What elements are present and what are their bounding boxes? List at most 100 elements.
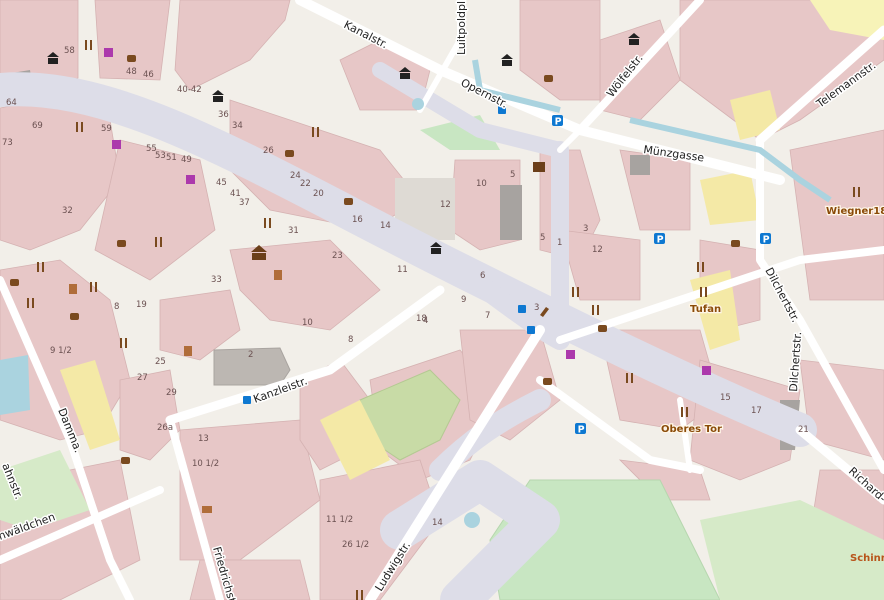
house-number: 45 bbox=[216, 178, 227, 188]
parking-icon: P bbox=[760, 233, 771, 246]
house-number: 5 bbox=[510, 170, 515, 180]
house-number: 53 bbox=[155, 151, 166, 161]
place-label-schinn: Schinn bbox=[850, 553, 884, 564]
waste-icon[interactable] bbox=[184, 346, 192, 356]
house-number: 10 bbox=[302, 318, 313, 328]
shop-icon bbox=[702, 366, 711, 375]
cafe-icon bbox=[543, 378, 552, 385]
house-number: 3 bbox=[583, 224, 588, 234]
parking-icon: P bbox=[575, 423, 586, 436]
svg-text:P: P bbox=[763, 235, 770, 246]
house-number: 6 bbox=[480, 271, 485, 281]
house-number: 26a bbox=[157, 423, 173, 433]
place-label-oberes-tor: Oberes Tor bbox=[661, 424, 722, 435]
house-number: 14 bbox=[432, 518, 443, 528]
house-number: 18 bbox=[416, 314, 427, 324]
pond bbox=[0, 355, 30, 415]
bus-stop-icon bbox=[527, 326, 535, 334]
house-number: 29 bbox=[166, 388, 177, 398]
house-number: 12 bbox=[592, 245, 603, 255]
svg-text:P: P bbox=[555, 117, 562, 128]
gray-building-ne bbox=[630, 155, 650, 175]
cafe-icon bbox=[121, 457, 130, 464]
house-number: 73 bbox=[2, 138, 13, 148]
house-number: 10 bbox=[476, 179, 487, 189]
svg-text:P: P bbox=[578, 425, 585, 436]
shop-icon bbox=[186, 175, 195, 184]
cafe-icon bbox=[127, 55, 136, 62]
house-number: 11 bbox=[397, 265, 408, 275]
house-number: 40-42 bbox=[177, 85, 202, 95]
house-number: 58 bbox=[64, 46, 75, 56]
toilets-icon[interactable] bbox=[533, 162, 545, 172]
house-number: 5 bbox=[540, 233, 545, 243]
bus-stop-icon bbox=[518, 305, 526, 313]
house-number: 34 bbox=[232, 121, 243, 131]
house-number: 31 bbox=[288, 226, 299, 236]
cafe-icon bbox=[70, 313, 79, 320]
house-number: 13 bbox=[198, 434, 209, 444]
map-viewport[interactable]: P P P P Kanalstr. Luitpoldpl. Opernstr. … bbox=[0, 0, 884, 600]
cafe-icon bbox=[731, 240, 740, 247]
house-number: 51 bbox=[166, 153, 177, 163]
house-number: 8 bbox=[348, 335, 353, 345]
cafe-icon bbox=[117, 240, 126, 247]
parking-icon: P bbox=[654, 233, 665, 246]
house-number: 14 bbox=[380, 221, 391, 231]
cafe-icon bbox=[344, 198, 353, 205]
house-number: 69 bbox=[32, 121, 43, 131]
fountain-2 bbox=[464, 512, 480, 528]
bus-stop-icon bbox=[243, 396, 251, 404]
house-number: 36 bbox=[218, 110, 229, 120]
yellow-area-3 bbox=[700, 170, 760, 225]
shop-icon bbox=[112, 140, 121, 149]
tower-building bbox=[500, 185, 522, 240]
house-number: 16 bbox=[352, 215, 363, 225]
place-label-tufan: Tufan bbox=[690, 304, 721, 315]
house-number: 9 bbox=[461, 295, 466, 305]
house-number: 59 bbox=[101, 124, 112, 134]
cafe-icon bbox=[285, 150, 294, 157]
house-number: 3 bbox=[534, 303, 539, 313]
cafe-icon bbox=[598, 325, 607, 332]
house-number: 19 bbox=[136, 300, 147, 310]
house-number: 25 bbox=[155, 357, 166, 367]
house-number: 32 bbox=[62, 206, 73, 216]
house-number: 23 bbox=[332, 251, 343, 261]
house-number: 46 bbox=[143, 70, 154, 80]
house-number: 17 bbox=[751, 406, 762, 416]
post-box-icon[interactable] bbox=[202, 506, 212, 513]
cafe-icon bbox=[544, 75, 553, 82]
house-number: 2 bbox=[248, 350, 253, 360]
house-number: 22 bbox=[300, 179, 311, 189]
house-number: 12 bbox=[440, 200, 451, 210]
house-number: 37 bbox=[239, 198, 250, 208]
fountain-1 bbox=[412, 98, 424, 110]
house-number: 26 bbox=[263, 146, 274, 156]
house-number: 48 bbox=[126, 67, 137, 77]
house-number: 64 bbox=[6, 98, 17, 108]
house-number: 1 bbox=[557, 238, 562, 248]
house-number: 7 bbox=[485, 311, 490, 321]
waste-icon[interactable] bbox=[69, 284, 77, 294]
house-number: 27 bbox=[137, 373, 148, 383]
house-number: 15 bbox=[720, 393, 731, 403]
place-label-wiegner: Wiegner187 bbox=[826, 206, 884, 217]
house-number: 8 bbox=[114, 302, 119, 312]
house-number: 9 1/2 bbox=[50, 346, 72, 356]
house-number: 49 bbox=[181, 155, 192, 165]
svg-text:P: P bbox=[657, 235, 664, 246]
house-number: 33 bbox=[211, 275, 222, 285]
parking-icon: P bbox=[552, 115, 563, 128]
house-number: 20 bbox=[313, 189, 324, 199]
waste-icon[interactable] bbox=[274, 270, 282, 280]
shop-icon bbox=[566, 350, 575, 359]
cafe-icon bbox=[10, 279, 19, 286]
street-label-luitpoldpl: Luitpoldpl. bbox=[455, 0, 468, 55]
shop-icon bbox=[104, 48, 113, 57]
map-canvas[interactable]: P P P P Kanalstr. Luitpoldpl. Opernstr. … bbox=[0, 0, 884, 600]
house-number: 11 1/2 bbox=[326, 515, 353, 525]
house-number: 10 1/2 bbox=[192, 459, 219, 469]
house-number: 21 bbox=[798, 425, 809, 435]
house-number: 26 1/2 bbox=[342, 540, 369, 550]
